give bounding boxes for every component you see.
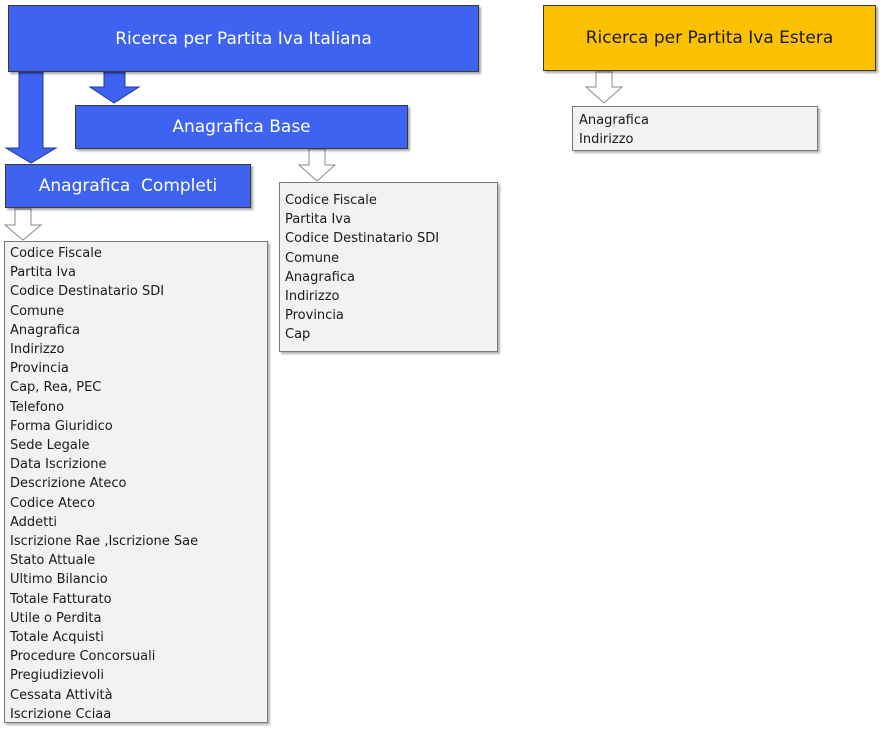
box-ricerca-italiana-label: Ricerca per Partita Iva Italiana <box>115 28 372 49</box>
completi-list-item: Indirizzo <box>10 342 65 358</box>
arrow-to-estera-list <box>584 71 624 104</box>
box-anagrafica-completi: Anagrafica Completi <box>5 164 251 208</box>
completi-list-item: Forma Giuridico <box>10 418 113 434</box>
completi-list-item: Pregiudizievoli <box>10 668 104 684</box>
box-anagrafica-completi-label: Anagrafica Completi <box>38 176 218 196</box>
base-list-item: Cap <box>285 327 311 343</box>
completi-list-item: Cessata Attività <box>10 687 113 703</box>
base-list-item: Indirizzo <box>285 289 340 305</box>
box-ricerca-estera-label: Ricerca per Partita Iva Estera <box>585 28 834 48</box>
box-anagrafica-base-label: Anagrafica Base <box>172 117 311 137</box>
completi-list-item: Descrizione Ateco <box>10 476 127 492</box>
completi-list-item: Totale Fatturato <box>10 591 112 607</box>
completi-list-item: Utile o Perdita <box>10 610 102 626</box>
list-estera-fields: Anagrafica Indirizzo <box>572 106 818 151</box>
box-ricerca-italiana: Ricerca per Partita Iva Italiana <box>8 5 479 72</box>
completi-list-item: Codice Destinatario SDI <box>10 284 165 300</box>
base-list-item: Provincia <box>285 308 344 324</box>
box-anagrafica-base: Anagrafica Base <box>75 105 408 149</box>
arrow-to-completi <box>4 71 58 164</box>
completi-list-item: Stato Attuale <box>10 553 96 569</box>
completi-list-item: Iscrizione Cciaa <box>10 706 112 722</box>
completi-list-item: Iscrizione Rae ,Iscrizione Sae <box>10 534 199 550</box>
estera-list-item: Indirizzo <box>579 132 634 147</box>
arrow-to-base-list <box>297 148 337 182</box>
completi-list-item: Anagrafica <box>10 322 80 338</box>
base-list-item: Comune <box>285 250 340 266</box>
arrow-to-base <box>88 71 141 104</box>
estera-list-item: Anagrafica <box>579 113 649 128</box>
completi-list-item: Provincia <box>10 361 69 377</box>
completi-list-item: Procedure Concorsuali <box>10 649 156 665</box>
list-completi-fields: Codice Fiscale Partita Iva Codice Destinat… <box>4 241 268 723</box>
completi-list-item: Totale Acquisti <box>10 630 104 646</box>
base-list-item: Anagrafica <box>285 269 355 285</box>
completi-list-item: Sede Legale <box>10 438 90 454</box>
base-list-item: Codice Destinatario SDI <box>285 231 440 247</box>
base-list-item: Partita Iva <box>285 212 351 228</box>
completi-list-item: Codice Fiscale <box>10 246 102 261</box>
completi-list-item: Comune <box>10 303 65 319</box>
completi-list-item: Cap, Rea, PEC <box>10 380 102 396</box>
completi-list-item: Telefono <box>10 399 65 415</box>
list-base-fields: Codice Fiscale Partita Iva Codice Destinat… <box>279 182 498 352</box>
completi-list-item: Addetti <box>10 514 57 530</box>
completi-list-item: Partita Iva <box>10 265 76 281</box>
completi-list-item: Codice Ateco <box>10 495 96 511</box>
base-list-item: Codice Fiscale <box>285 193 377 208</box>
arrow-to-completi-list <box>3 208 43 241</box>
completi-list-item: Ultimo Bilancio <box>10 572 108 588</box>
box-ricerca-estera: Ricerca per Partita Iva Estera <box>543 5 876 71</box>
completi-list-item: Data Iscrizione <box>10 457 107 473</box>
